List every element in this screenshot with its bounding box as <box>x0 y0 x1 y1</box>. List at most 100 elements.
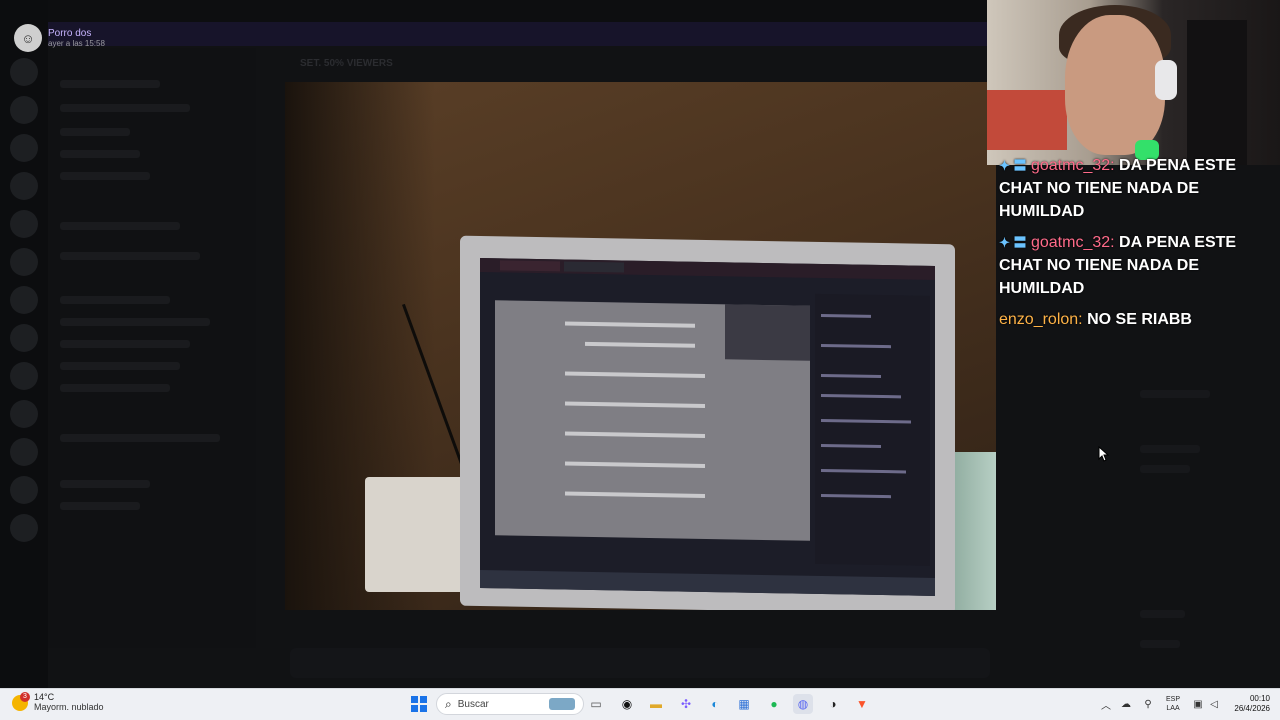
weather-widget[interactable]: 3 14°C Mayorm. nublado <box>12 691 104 713</box>
chat-text: NO SE RIABB <box>1087 311 1192 328</box>
weather-condition: Mayorm. nublado <box>34 702 104 712</box>
chat-overlay: ✦ 〓 goatmc_32: DA PENA ESTE CHAT NO TIEN… <box>996 156 1280 606</box>
windows-taskbar <box>0 688 1280 720</box>
server-icon[interactable] <box>10 58 38 86</box>
taskbar-search[interactable]: ⌕ Buscar <box>436 693 584 715</box>
message-input-dimmed <box>290 648 990 678</box>
windows-start-icon[interactable] <box>409 694 429 714</box>
page-row <box>565 491 705 498</box>
weather-temp: 14°C <box>34 692 55 702</box>
server-icon[interactable] <box>10 134 38 162</box>
channel-row[interactable] <box>60 502 140 510</box>
channel-row[interactable] <box>60 104 190 112</box>
edge-icon[interactable]: ◐ <box>705 694 725 714</box>
channel-row[interactable] <box>60 252 200 260</box>
member-row[interactable] <box>1140 610 1185 618</box>
filmed-taskbar <box>480 570 935 596</box>
server-rail <box>0 0 48 688</box>
page-row <box>565 371 705 378</box>
chat-line <box>821 418 911 424</box>
clock-date: 26/4/2026 <box>1234 704 1270 713</box>
copilot-icon[interactable]: ✣ <box>676 694 696 714</box>
search-highlight-image <box>549 698 575 710</box>
page-row <box>565 431 705 438</box>
search-icon: ⌕ <box>445 696 452 711</box>
channel-row[interactable] <box>60 318 210 326</box>
page-row <box>565 401 705 408</box>
server-icon[interactable] <box>10 476 38 504</box>
browser-tabs <box>480 258 935 280</box>
stream-video[interactable] <box>285 82 996 610</box>
channel-row[interactable] <box>60 340 190 348</box>
chat-message: ✦ 〓 goatmc_32: DA PENA ESTE CHAT NO TIEN… <box>996 231 1280 300</box>
server-icon[interactable] <box>10 438 38 466</box>
server-icon[interactable] <box>10 324 38 352</box>
message-notification[interactable]: ☺ Porro dos ayer a las 15:58 <box>14 24 105 52</box>
channel-row[interactable] <box>60 480 150 488</box>
notification-time: ayer a las 15:58 <box>48 39 105 48</box>
mouse-cursor-icon <box>1098 446 1110 462</box>
screen: SET. 50% VIEWERS ☺ Porro dos ayer a las … <box>0 0 1280 720</box>
chat-message: enzo_rolon: NO SE RIABB <box>996 308 1280 331</box>
chat-line <box>821 343 891 349</box>
obs-studio-icon[interactable]: ◑ <box>823 694 843 714</box>
chat-line <box>821 393 901 399</box>
channel-list <box>48 48 256 648</box>
language-line1: ESP <box>1166 696 1181 703</box>
notification-username: Porro dos <box>48 28 92 39</box>
channel-row[interactable] <box>60 434 220 442</box>
channel-row[interactable] <box>60 150 140 158</box>
obs-icon[interactable]: ◉ <box>617 694 637 714</box>
channel-row[interactable] <box>60 362 180 370</box>
channel-row[interactable] <box>60 80 160 88</box>
spotify-icon[interactable]: ● <box>764 694 784 714</box>
server-icon[interactable] <box>10 248 38 276</box>
microphone-tray-icon[interactable]: ⚲ <box>1138 694 1158 714</box>
cloud-icon[interactable]: ☁ <box>1116 694 1136 714</box>
filmed-screen <box>480 258 935 596</box>
streamer-webcam <box>987 0 1280 165</box>
channel-row[interactable] <box>60 296 170 304</box>
webcam-streamer-face <box>1065 15 1165 155</box>
server-icon[interactable] <box>10 172 38 200</box>
file-explorer-icon[interactable]: ▭ <box>586 694 606 714</box>
browser-tab <box>564 261 624 273</box>
chat-line <box>821 443 881 449</box>
system-clock[interactable]: 00:10 26/4/2026 <box>1222 694 1270 714</box>
search-placeholder: Buscar <box>457 698 489 710</box>
discord-icon[interactable]: ◍ <box>793 694 813 714</box>
chat-username: enzo_rolon: <box>999 311 1083 328</box>
speaker-icon[interactable]: ◁ <box>1204 694 1224 714</box>
channel-header: SET. 50% VIEWERS <box>300 58 393 69</box>
language-indicator[interactable]: ESP LAA <box>1166 695 1180 713</box>
promo-banner <box>0 22 990 46</box>
member-row[interactable] <box>1140 640 1180 648</box>
filmed-monitor <box>460 235 955 610</box>
folder-icon[interactable]: ▬ <box>646 694 666 714</box>
page-row <box>565 461 705 468</box>
server-icon[interactable] <box>10 400 38 428</box>
tray-chevron-icon[interactable]: ︿ <box>1096 694 1116 714</box>
chat-username: goatmc_32: <box>1030 157 1115 174</box>
channel-row[interactable] <box>60 128 130 136</box>
avatar: ☺ <box>14 24 42 52</box>
chat-line <box>821 468 906 474</box>
channel-row[interactable] <box>60 384 170 392</box>
server-icon[interactable] <box>10 286 38 314</box>
channel-row[interactable] <box>60 222 180 230</box>
store-icon[interactable]: ▦ <box>734 694 754 714</box>
server-icon[interactable] <box>10 210 38 238</box>
server-icon[interactable] <box>10 96 38 124</box>
chat-username: goatmc_32: <box>1030 234 1115 251</box>
server-icon[interactable] <box>10 514 38 542</box>
filmed-webcam-pip <box>725 304 810 361</box>
filmed-chat-panel <box>815 293 930 566</box>
brave-icon[interactable]: ▼ <box>852 694 872 714</box>
chat-badges: ✦ 〓 <box>999 158 1027 173</box>
browser-tab <box>500 260 560 272</box>
weather-icon: 3 <box>12 691 30 711</box>
page-row <box>565 321 695 328</box>
channel-row[interactable] <box>60 172 150 180</box>
server-icon[interactable] <box>10 362 38 390</box>
page-row <box>585 341 695 348</box>
